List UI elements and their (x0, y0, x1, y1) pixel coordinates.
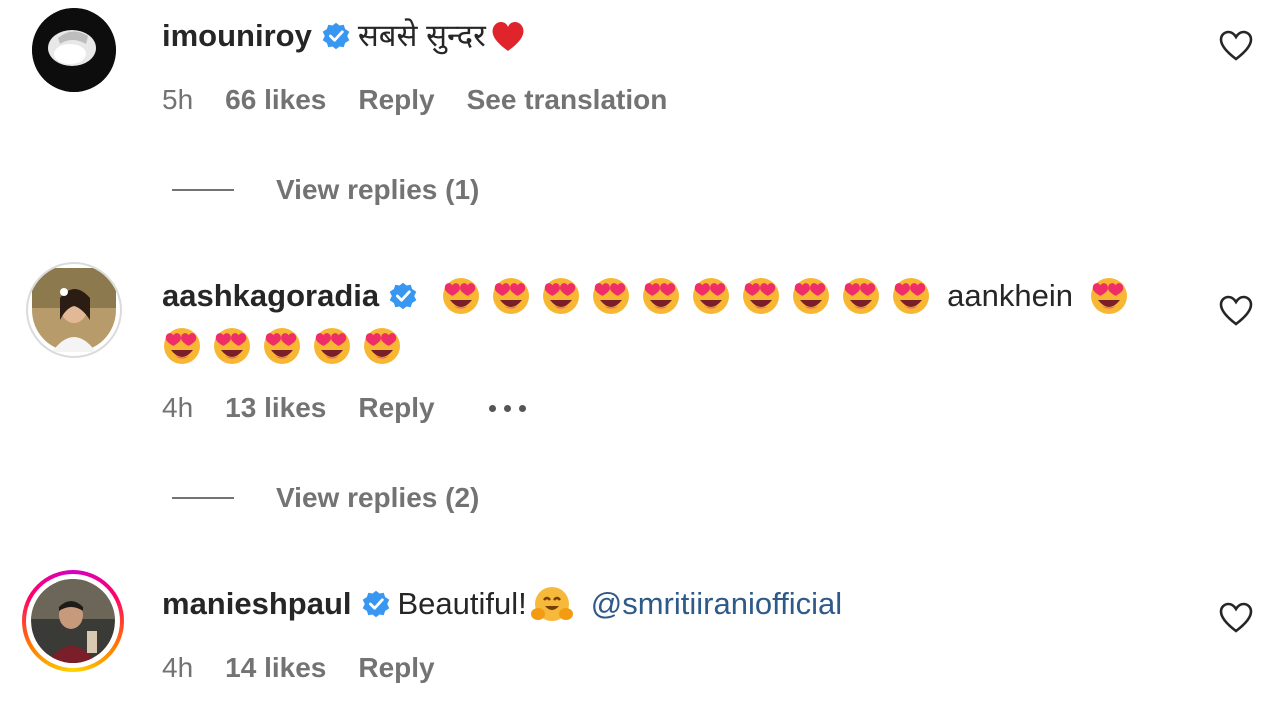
heart-eyes-emoji (214, 328, 250, 364)
heart-eyes-emoji (443, 278, 480, 314)
view-replies-button[interactable]: View replies (2) (172, 482, 479, 514)
heart-eyes-emoji (164, 328, 200, 364)
heart-eyes-emoji (593, 278, 630, 314)
verified-badge-icon (322, 22, 350, 50)
heart-eyes-emoji (793, 278, 830, 314)
comment-text: सबसे सुन्दर (357, 18, 486, 53)
replies-divider (172, 189, 234, 191)
verified-badge-icon (389, 282, 417, 310)
like-heart-icon[interactable] (1218, 295, 1254, 327)
view-replies-label: View replies (2) (276, 482, 480, 513)
comment-time: 5h (162, 84, 194, 115)
likes-count[interactable]: 66 likes (225, 84, 326, 116)
avatar[interactable] (32, 8, 116, 92)
hugging-face-emoji (530, 587, 573, 621)
heart-eyes-emoji (543, 278, 580, 314)
heart-eyes-emoji (364, 328, 400, 364)
replies-divider (172, 497, 234, 499)
heart-eyes-emoji (843, 278, 880, 314)
username[interactable]: aashkagoradia (162, 276, 379, 316)
comment-text: aankhein (947, 278, 1073, 313)
comment-text: Beautiful! (397, 586, 527, 621)
heart-eyes-emoji (264, 328, 300, 364)
more-options-icon[interactable] (488, 404, 526, 412)
heart-eyes-emoji (743, 278, 780, 314)
red-heart-icon (492, 21, 524, 51)
reply-button[interactable]: Reply (358, 84, 434, 116)
avatar[interactable] (26, 262, 122, 358)
like-heart-icon[interactable] (1218, 602, 1254, 634)
comment-time: 4h (162, 392, 194, 423)
heart-eyes-emoji (314, 328, 350, 364)
comment-time: 4h (162, 652, 194, 683)
username[interactable]: manieshpaul (162, 584, 352, 624)
mention-link[interactable]: @smritiiraniofficial (591, 584, 842, 624)
reply-button[interactable]: Reply (358, 392, 434, 424)
see-translation-button[interactable]: See translation (467, 84, 668, 116)
verified-badge-icon (362, 590, 389, 618)
view-replies-label: View replies (1) (276, 174, 480, 205)
username[interactable]: imouniroy (162, 16, 312, 56)
heart-eyes-emoji-group (1089, 276, 1139, 316)
heart-eyes-emoji (493, 278, 530, 314)
heart-eyes-emoji-group (162, 326, 412, 366)
heart-eyes-emoji (893, 278, 930, 314)
reply-button[interactable]: Reply (358, 652, 434, 684)
heart-eyes-emoji (643, 278, 680, 314)
likes-count[interactable]: 13 likes (225, 392, 326, 424)
heart-eyes-emoji (693, 278, 730, 314)
view-replies-button[interactable]: View replies (1) (172, 174, 479, 206)
likes-count[interactable]: 14 likes (225, 652, 326, 684)
heart-eyes-emoji (1090, 278, 1127, 314)
heart-eyes-emoji-group (441, 276, 941, 316)
story-ring-avatar[interactable] (22, 570, 124, 672)
like-heart-icon[interactable] (1218, 30, 1254, 62)
